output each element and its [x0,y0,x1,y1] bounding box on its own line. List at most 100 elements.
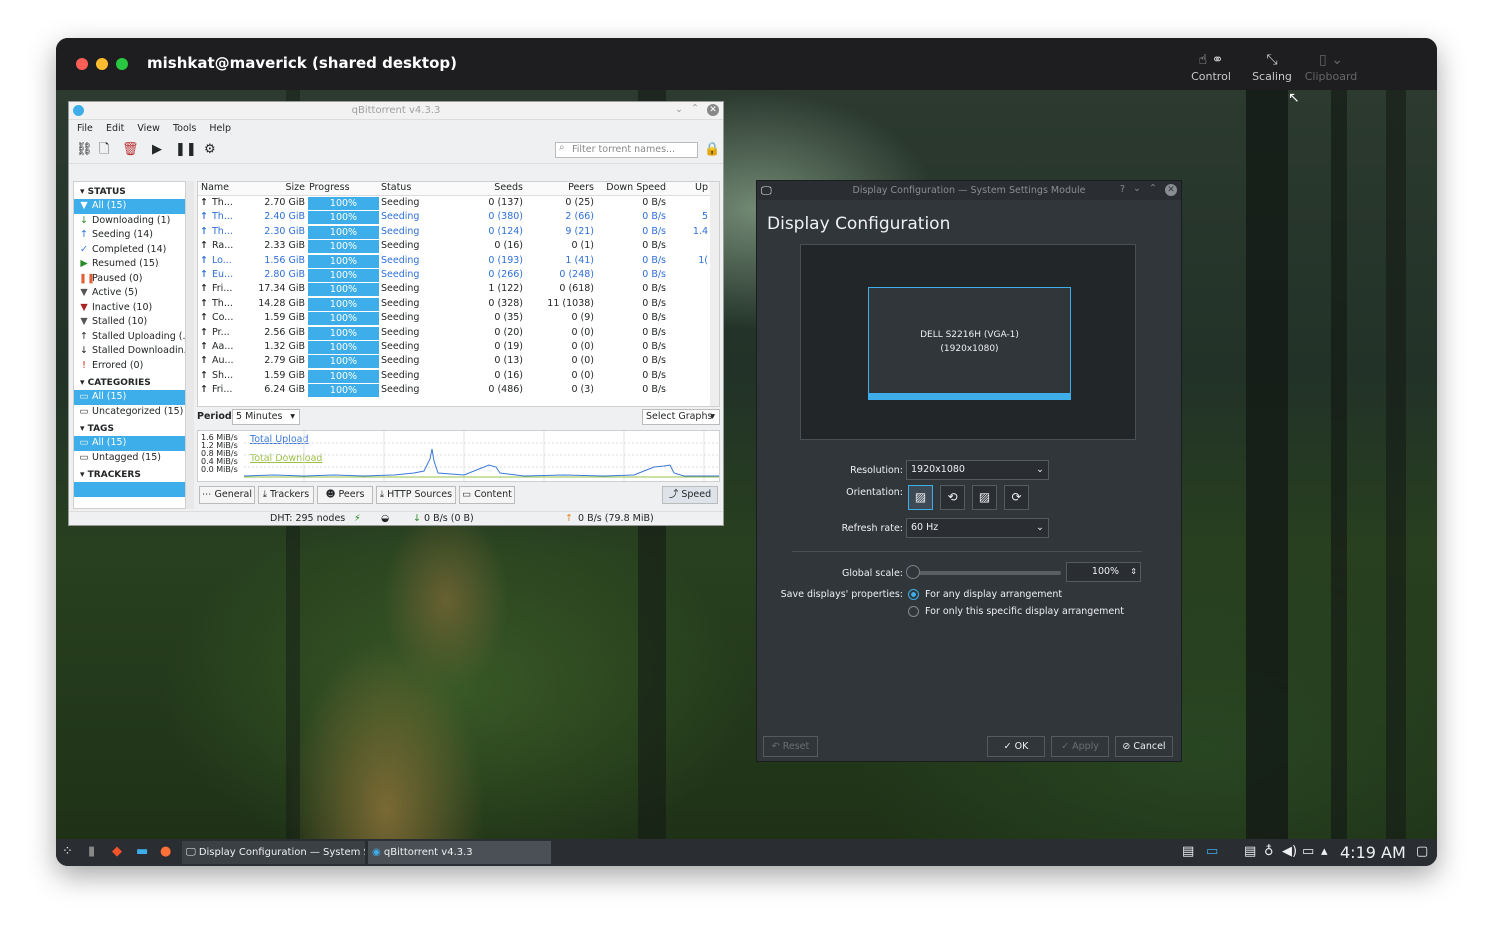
radio-specific-arrangement[interactable] [908,606,919,617]
delete-icon[interactable]: 🗑 [122,142,139,158]
show-desktop-icon[interactable]: ▢ [1416,844,1428,860]
table-row[interactable]: ↑ Fri... 6.24 GiB 100% Seeding 0 (486) 0 (3) 0 … [198,383,719,398]
table-row[interactable]: ↑ Lo... 1.56 GiB 100% Seeding 0 (193) 1 (41) 0 … [198,254,719,268]
tracker-all[interactable] [74,482,185,497]
minimize-icon[interactable]: ⌄ [675,104,683,115]
global-scale-slider[interactable] [911,571,1061,575]
status-completed[interactable]: ✓ Completed (14) [74,243,185,258]
select-graphs-button[interactable]: Select Graphs ▾ [642,409,720,425]
control-button[interactable]: ☝ ⚭ Control [1184,50,1238,83]
status-all[interactable]: ▼ All (15) [74,199,185,214]
table-row[interactable]: ↑ Pr... 2.56 GiB 100% Seeding 0 (20) 0 (0) 0 B/… [198,326,719,340]
resolution-combo[interactable]: 1920x1080 ⌄ [906,460,1049,480]
menu-edit[interactable]: Edit [106,123,124,134]
radio-specific-arrangement-label[interactable]: For only this specific display arrangeme… [925,606,1124,617]
lock-icon[interactable]: 🔒 [704,142,720,158]
table-row[interactable]: ↑ Aa... 1.32 GiB 100% Seeding 0 (19) 0 (0) 0 B/… [198,340,719,354]
cancel-button[interactable]: ⊘ Cancel [1115,736,1173,757]
category-uncategorized[interactable]: ▭ Uncategorized (15) [74,405,185,420]
pause-icon[interactable]: ❚❚ [175,142,197,158]
display-tray-icon[interactable]: ▭ [1206,844,1218,860]
add-file-icon[interactable]: 🗋 [99,142,109,158]
status-stalled-downloading[interactable]: ↓ Stalled Downloadin... [74,344,185,359]
tab-general[interactable]: ⋯ General [199,486,255,504]
table-row[interactable]: ↑ Fri... 17.34 GiB 100% Seeding 1 (122) 0 (618… [198,282,719,297]
minimize-icon[interactable]: ⌄ [1133,183,1141,194]
clock[interactable]: 4:19 AM [1340,843,1406,862]
table-row[interactable]: ↑ Th... 14.28 GiB 100% Seeding 0 (328) 11 (103… [198,297,719,311]
tab-peers[interactable]: ☻ Peers [317,486,373,504]
monitor-output[interactable]: DELL S2216H (VGA-1) (1920x1080) [868,287,1071,400]
volume-icon[interactable]: ◀) [1282,844,1297,860]
orientation-inverted-button[interactable]: ▨ [972,485,997,510]
col-peers[interactable]: Peers [538,182,594,193]
radio-any-arrangement-label[interactable]: For any display arrangement [925,589,1062,600]
tab-speed[interactable]: ⤴ Speed [662,486,718,504]
scaling-button[interactable]: ⤡ Scaling [1245,50,1299,83]
help-icon[interactable]: ? [1120,184,1125,195]
reset-button[interactable]: ↶ Reset [763,736,818,757]
table-row[interactable]: ↑ Sh... 1.59 GiB 100% Seeding 0 (16) 0 (0) 0 B/… [198,369,719,383]
settings-icon[interactable]: ⚙ [204,142,216,158]
col-progress[interactable]: Progress [309,182,350,193]
tag-untagged[interactable]: ▭ Untagged (15) [74,451,185,466]
close-button[interactable] [76,58,88,70]
orientation-landscape-button[interactable]: ▨ [908,485,933,510]
filter-input[interactable]: Filter torrent names... [555,142,698,158]
status-paused[interactable]: ❚❚Paused (0) [74,272,185,287]
brave-icon[interactable]: ◆ [112,844,122,860]
maximize-icon[interactable]: ⌃ [1149,183,1157,194]
col-name[interactable]: Name [201,182,229,193]
category-all[interactable]: ▭ All (15) [74,390,185,405]
menu-help[interactable]: Help [209,123,231,134]
ok-button[interactable]: ✓ OK [987,736,1045,757]
period-select[interactable]: 5 Minutes ▾ [232,409,300,425]
slider-handle[interactable] [906,565,920,579]
add-link-icon[interactable]: ⛓ [76,142,93,158]
file-manager-icon[interactable]: ▬ [136,844,148,860]
minimize-button[interactable] [96,58,108,70]
orientation-rotate-right-button[interactable]: ⟳ [1004,485,1029,510]
menu-view[interactable]: View [137,123,160,134]
radio-any-arrangement[interactable] [908,589,919,600]
tab-http-sources[interactable]: ⤓ HTTP Sources [376,486,456,504]
zoom-button[interactable] [116,58,128,70]
table-row[interactable]: ↑ Th... 2.30 GiB 100% Seeding 0 (124) 9 (21) 0 … [198,225,719,239]
task-display-config[interactable]: 🖵 Display Configuration — System S... [182,841,365,864]
battery-icon[interactable]: ▤ [1244,844,1256,860]
close-icon[interactable]: ✕ [1165,184,1177,196]
firefox-icon[interactable]: ● [160,844,171,860]
resume-icon[interactable]: ▶ [152,142,162,158]
terminal-icon[interactable]: ▮ [88,844,95,860]
table-row[interactable]: ↑ Au... 2.79 GiB 100% Seeding 0 (13) 0 (0) 0 B/… [198,354,719,369]
notifications-icon[interactable]: ♁ [1264,844,1274,860]
launcher-icon[interactable]: ⁘ [62,844,73,860]
tag-all[interactable]: ▭ All (15) [74,436,185,451]
tab-content[interactable]: ▭ Content [459,486,515,504]
network-icon[interactable]: ▭ [1302,844,1314,860]
apply-button[interactable]: ✓ Apply [1051,736,1109,757]
table-row[interactable]: ↑ Th... 2.70 GiB 100% Seeding 0 (137) 0 (25) 0 … [198,196,719,210]
col-seeds[interactable]: Seeds [468,182,523,193]
col-down-speed[interactable]: Down Speed [598,182,666,193]
status-active[interactable]: ▼ Active (5) [74,286,185,301]
col-status[interactable]: Status [381,182,411,193]
status-resumed[interactable]: ▶ Resumed (15) [74,257,185,272]
status-stalled[interactable]: ▼ Stalled (10) [74,315,185,330]
task-qbittorrent[interactable]: ◉ qBittorrent v4.3.3 [368,841,551,864]
col-size[interactable]: Size [258,182,305,193]
tab-trackers[interactable]: ⤓ Trackers [258,486,314,504]
close-icon[interactable]: ✕ [707,104,719,116]
status-stalled-uploading[interactable]: ↑ Stalled Uploading (... [74,330,185,345]
menu-tools[interactable]: Tools [173,123,196,134]
table-row[interactable]: ↑ Th... 2.40 GiB 100% Seeding 0 (380) 2 (66) 0 … [198,210,719,225]
maximize-icon[interactable]: ⌃ [691,103,699,114]
orientation-rotate-left-button[interactable]: ⟲ [940,485,965,510]
status-errored[interactable]: ! Errored (0) [74,359,185,374]
table-row[interactable]: ↑ Co... 1.59 GiB 100% Seeding 0 (35) 0 (9) 0 B/… [198,311,719,326]
menu-file[interactable]: File [77,123,93,134]
expand-tray-icon[interactable]: ▴ [1321,844,1328,860]
clipboard-button[interactable]: ▯ ⌄ Clipboard [1304,50,1358,83]
status-downloading[interactable]: ↓ Downloading (1) [74,214,185,229]
col-up[interactable]: Up [670,182,708,193]
